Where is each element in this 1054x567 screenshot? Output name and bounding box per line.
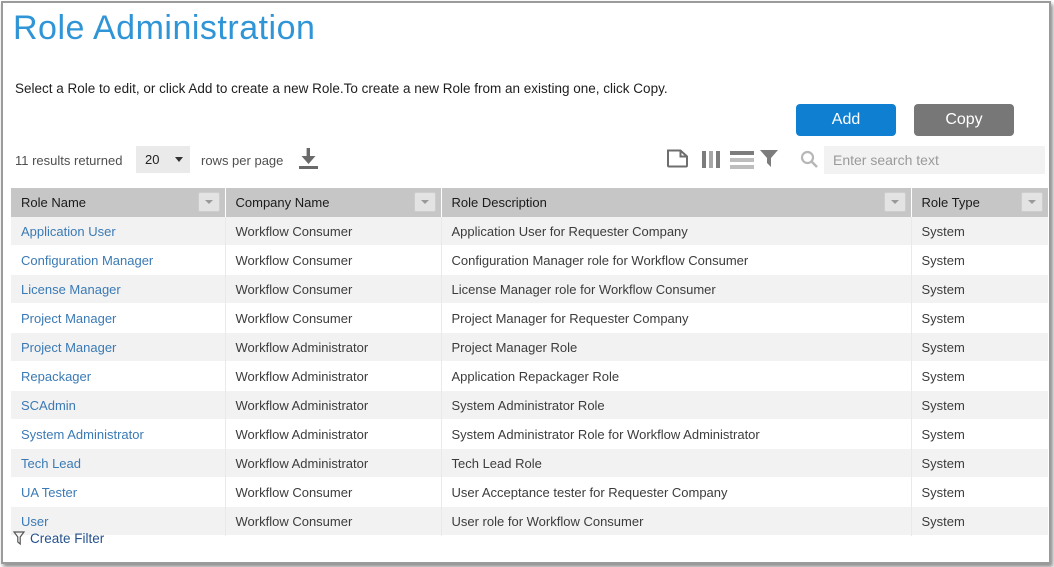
table-row: SCAdmin Workflow Administrator System Ad… <box>11 391 1048 420</box>
table-row: User Workflow Consumer User role for Wor… <box>11 507 1048 536</box>
rows-per-page-label: rows per page <box>201 153 283 168</box>
table-row: License Manager Workflow Consumer Licens… <box>11 275 1048 304</box>
rows-per-page-value: 20 <box>145 152 175 167</box>
company-name-cell: Workflow Consumer <box>225 304 441 333</box>
column-chooser-icon[interactable] <box>702 150 720 169</box>
table-header-row: Role Name Company Name Role Description … <box>11 188 1048 217</box>
company-name-cell: Workflow Administrator <box>225 333 441 362</box>
table-row: UA Tester Workflow Consumer User Accepta… <box>11 478 1048 507</box>
rows-per-page-select[interactable]: 20 <box>136 146 190 173</box>
role-type-cell: System <box>911 246 1048 275</box>
page-title: Role Administration <box>13 9 315 48</box>
role-name-link[interactable]: Project Manager <box>21 311 116 326</box>
role-description-cell: User Acceptance tester for Requester Com… <box>441 478 911 507</box>
role-name-link[interactable]: Repackager <box>21 369 91 384</box>
company-name-cell: Workflow Consumer <box>225 246 441 275</box>
table-row: Project Manager Workflow Consumer Projec… <box>11 304 1048 333</box>
search-input[interactable] <box>824 146 1045 174</box>
role-name-link[interactable]: System Administrator <box>21 427 144 442</box>
chevron-down-icon <box>205 200 213 204</box>
roles-table: Role Name Company Name Role Description … <box>11 188 1048 536</box>
company-name-cell: Workflow Consumer <box>225 478 441 507</box>
role-description-cell: Project Manager Role <box>441 333 911 362</box>
chevron-down-icon <box>891 200 899 204</box>
role-name-link[interactable]: Application User <box>21 224 116 239</box>
create-filter-link[interactable]: Create Filter <box>13 531 104 546</box>
role-type-cell: System <box>911 478 1048 507</box>
company-name-cell: Workflow Administrator <box>225 420 441 449</box>
role-name-link[interactable]: Tech Lead <box>21 456 81 471</box>
role-type-cell: System <box>911 362 1048 391</box>
role-description-cell: System Administrator Role for Workflow A… <box>441 420 911 449</box>
company-name-cell: Workflow Consumer <box>225 507 441 536</box>
chevron-down-icon <box>175 157 183 162</box>
role-description-cell: License Manager role for Workflow Consum… <box>441 275 911 304</box>
create-filter-label: Create Filter <box>30 531 104 546</box>
role-name-link[interactable]: User <box>21 514 48 529</box>
role-description-cell: Tech Lead Role <box>441 449 911 478</box>
add-button[interactable]: Add <box>796 104 896 136</box>
column-header-role-description[interactable]: Role Description <box>441 188 911 217</box>
role-type-cell: System <box>911 304 1048 333</box>
create-filter-funnel-icon <box>13 531 25 546</box>
role-name-link[interactable]: Project Manager <box>21 340 116 355</box>
copy-button[interactable]: Copy <box>914 104 1014 136</box>
export-download-icon[interactable] <box>295 146 322 171</box>
role-description-cell: Configuration Manager role for Workflow … <box>441 246 911 275</box>
role-administration-page: Role Administration Select a Role to edi… <box>1 1 1051 564</box>
role-type-cell: System <box>911 449 1048 478</box>
export-page-icon[interactable] <box>665 148 690 169</box>
role-name-link[interactable]: SCAdmin <box>21 398 76 413</box>
role-description-cell: Project Manager for Requester Company <box>441 304 911 333</box>
column-header-role-name[interactable]: Role Name <box>11 188 225 217</box>
role-description-cell: User role for Workflow Consumer <box>441 507 911 536</box>
table-row: Application User Workflow Consumer Appli… <box>11 217 1048 246</box>
chevron-down-icon <box>421 200 429 204</box>
column-filter-button[interactable] <box>414 192 436 212</box>
page-subtitle: Select a Role to edit, or click Add to c… <box>15 81 668 96</box>
role-type-cell: System <box>911 391 1048 420</box>
table-row: System Administrator Workflow Administra… <box>11 420 1048 449</box>
table-row: Project Manager Workflow Administrator P… <box>11 333 1048 362</box>
filter-icon[interactable] <box>759 148 779 169</box>
table-row: Tech Lead Workflow Administrator Tech Le… <box>11 449 1048 478</box>
role-type-cell: System <box>911 507 1048 536</box>
table-row: Repackager Workflow Administrator Applic… <box>11 362 1048 391</box>
company-name-cell: Workflow Consumer <box>225 275 441 304</box>
role-type-cell: System <box>911 217 1048 246</box>
column-header-company-name[interactable]: Company Name <box>225 188 441 217</box>
role-type-cell: System <box>911 420 1048 449</box>
search-icon <box>800 150 819 169</box>
company-name-cell: Workflow Administrator <box>225 362 441 391</box>
role-type-cell: System <box>911 275 1048 304</box>
role-type-cell: System <box>911 333 1048 362</box>
role-description-cell: Application Repackager Role <box>441 362 911 391</box>
role-name-link[interactable]: License Manager <box>21 282 121 297</box>
column-filter-button[interactable] <box>1021 192 1043 212</box>
role-name-link[interactable]: Configuration Manager <box>21 253 153 268</box>
column-filter-button[interactable] <box>884 192 906 212</box>
role-description-cell: System Administrator Role <box>441 391 911 420</box>
group-rows-icon[interactable] <box>730 150 754 169</box>
role-description-cell: Application User for Requester Company <box>441 217 911 246</box>
column-header-role-type[interactable]: Role Type <box>911 188 1048 217</box>
chevron-down-icon <box>1028 200 1036 204</box>
role-name-link[interactable]: UA Tester <box>21 485 77 500</box>
column-filter-button[interactable] <box>198 192 220 212</box>
results-count: 11 results returned <box>15 153 122 168</box>
table-row: Configuration Manager Workflow Consumer … <box>11 246 1048 275</box>
company-name-cell: Workflow Administrator <box>225 391 441 420</box>
company-name-cell: Workflow Consumer <box>225 217 441 246</box>
company-name-cell: Workflow Administrator <box>225 449 441 478</box>
